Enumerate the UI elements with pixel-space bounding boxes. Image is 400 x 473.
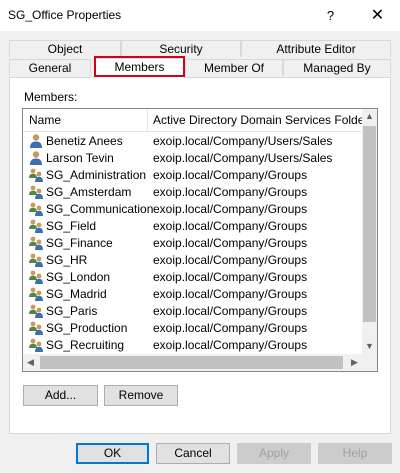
members-list[interactable]: Name Active Directory Domain Services Fo… <box>22 108 378 372</box>
members-label: Members: <box>24 90 78 104</box>
user-icon <box>28 133 44 149</box>
add-button[interactable]: Add... <box>23 385 98 406</box>
help-button[interactable]: Help <box>318 443 392 464</box>
member-folder: exoip.local/Company/Groups <box>153 185 308 199</box>
list-item[interactable]: SG_Communication exoip.local/Company/Grou… <box>23 201 362 218</box>
member-name: SG_Amsterdam <box>46 185 132 199</box>
tab-label: Attribute Editor <box>276 42 356 56</box>
member-folder: exoip.local/Company/Users/Sales <box>153 151 333 165</box>
member-name: SG_Finance <box>46 236 113 250</box>
member-name: SG_Production <box>46 321 128 335</box>
member-name: SG_London <box>46 270 111 284</box>
group-icon <box>28 286 44 302</box>
scroll-right-icon[interactable]: ▶ <box>347 354 362 371</box>
horizontal-scroll-thumb[interactable] <box>40 356 343 369</box>
member-folder: exoip.local/Company/Groups <box>153 270 308 284</box>
tab-label: Managed By <box>303 61 371 75</box>
group-icon <box>28 337 44 353</box>
list-item[interactable]: SG_HR exoip.local/Company/Groups <box>23 252 362 269</box>
list-rows: Benetiz Anees exoip.local/Company/Users/S… <box>23 133 362 354</box>
member-folder: exoip.local/Company/Groups <box>153 253 308 267</box>
ok-button[interactable]: OK <box>76 443 149 464</box>
group-icon <box>28 218 44 234</box>
list-item[interactable]: Benetiz Anees exoip.local/Company/Users/S… <box>23 133 362 150</box>
tab-label: Members <box>114 60 165 74</box>
group-icon <box>28 320 44 336</box>
cancel-button[interactable]: Cancel <box>156 443 230 464</box>
list-item[interactable]: SG_Amsterdam exoip.local/Company/Groups <box>23 184 362 201</box>
list-item[interactable]: SG_Field exoip.local/Company/Groups <box>23 218 362 235</box>
member-name: SG_Paris <box>46 304 98 318</box>
member-name: Benetiz Anees <box>46 134 123 148</box>
scroll-down-icon[interactable]: ▼ <box>362 339 377 354</box>
group-icon <box>28 303 44 319</box>
apply-button[interactable]: Apply <box>237 443 311 464</box>
member-folder: exoip.local/Company/Groups <box>153 338 308 352</box>
member-name: SG_HR <box>46 253 88 267</box>
member-name: SG_Field <box>46 219 97 233</box>
group-icon <box>28 201 44 217</box>
user-icon <box>28 150 44 166</box>
member-name: SG_Administration <box>46 168 147 182</box>
member-folder: exoip.local/Company/Groups <box>153 304 308 318</box>
list-item[interactable]: SG_Recruiting exoip.local/Company/Groups <box>23 337 362 354</box>
member-folder: exoip.local/Company/Users/Sales <box>153 134 333 148</box>
member-folder: exoip.local/Company/Groups <box>153 287 308 301</box>
tab-label: General <box>28 61 72 75</box>
tab-label: Member Of <box>203 61 264 75</box>
tab-managed-by[interactable]: Managed By <box>283 59 391 76</box>
tab-label: Object <box>47 42 83 56</box>
tab-label: Security <box>159 42 203 56</box>
list-item[interactable]: SG_London exoip.local/Company/Groups <box>23 269 362 286</box>
member-name: SG_Recruiting <box>46 338 125 352</box>
member-name: Larson Tevin <box>46 151 114 165</box>
group-icon <box>28 184 44 200</box>
column-header-name[interactable]: Name <box>29 109 61 131</box>
group-icon <box>28 167 44 183</box>
member-folder: exoip.local/Company/Groups <box>153 202 308 216</box>
title-bar: SG_Office Properties ? ✕ <box>0 0 400 31</box>
tab-object[interactable]: Object <box>9 40 121 57</box>
column-divider[interactable] <box>147 109 148 131</box>
tab-attribute-editor[interactable]: Attribute Editor <box>241 40 391 57</box>
list-header: Name Active Directory Domain Services Fo… <box>23 109 368 132</box>
remove-button[interactable]: Remove <box>104 385 178 406</box>
tab-general[interactable]: General <box>9 59 91 76</box>
horizontal-scrollbar[interactable]: ◀ ▶ <box>23 354 362 371</box>
list-item[interactable]: SG_Madrid exoip.local/Company/Groups <box>23 286 362 303</box>
scrollbar-corner <box>362 354 377 371</box>
vertical-scroll-thumb[interactable] <box>363 126 376 322</box>
scroll-left-icon[interactable]: ◀ <box>23 354 38 371</box>
column-header-folder[interactable]: Active Directory Domain Services Folder <box>153 109 368 131</box>
group-icon <box>28 252 44 268</box>
member-name: SG_Communication <box>46 202 154 216</box>
member-folder: exoip.local/Company/Groups <box>153 321 308 335</box>
tab-member-of[interactable]: Member Of <box>185 59 283 76</box>
member-folder: exoip.local/Company/Groups <box>153 236 308 250</box>
close-icon[interactable]: ✕ <box>355 0 400 31</box>
group-icon <box>28 235 44 251</box>
tab-security[interactable]: Security <box>121 40 241 57</box>
list-item[interactable]: Larson Tevin exoip.local/Company/Users/Sa… <box>23 150 362 167</box>
window-title: SG_Office Properties <box>8 8 122 22</box>
tab-members[interactable]: Members <box>94 58 185 78</box>
list-item[interactable]: SG_Paris exoip.local/Company/Groups <box>23 303 362 320</box>
list-item[interactable]: SG_Production exoip.local/Company/Groups <box>23 320 362 337</box>
scroll-up-icon[interactable]: ▲ <box>362 109 377 124</box>
vertical-scrollbar[interactable]: ▲ ▼ <box>362 109 377 354</box>
list-item[interactable]: SG_Administration exoip.local/Company/Gro… <box>23 167 362 184</box>
list-item[interactable]: SG_Finance exoip.local/Company/Groups <box>23 235 362 252</box>
member-folder: exoip.local/Company/Groups <box>153 168 308 182</box>
member-folder: exoip.local/Company/Groups <box>153 219 308 233</box>
help-icon[interactable]: ? <box>308 0 353 31</box>
group-icon <box>28 269 44 285</box>
member-name: SG_Madrid <box>46 287 107 301</box>
